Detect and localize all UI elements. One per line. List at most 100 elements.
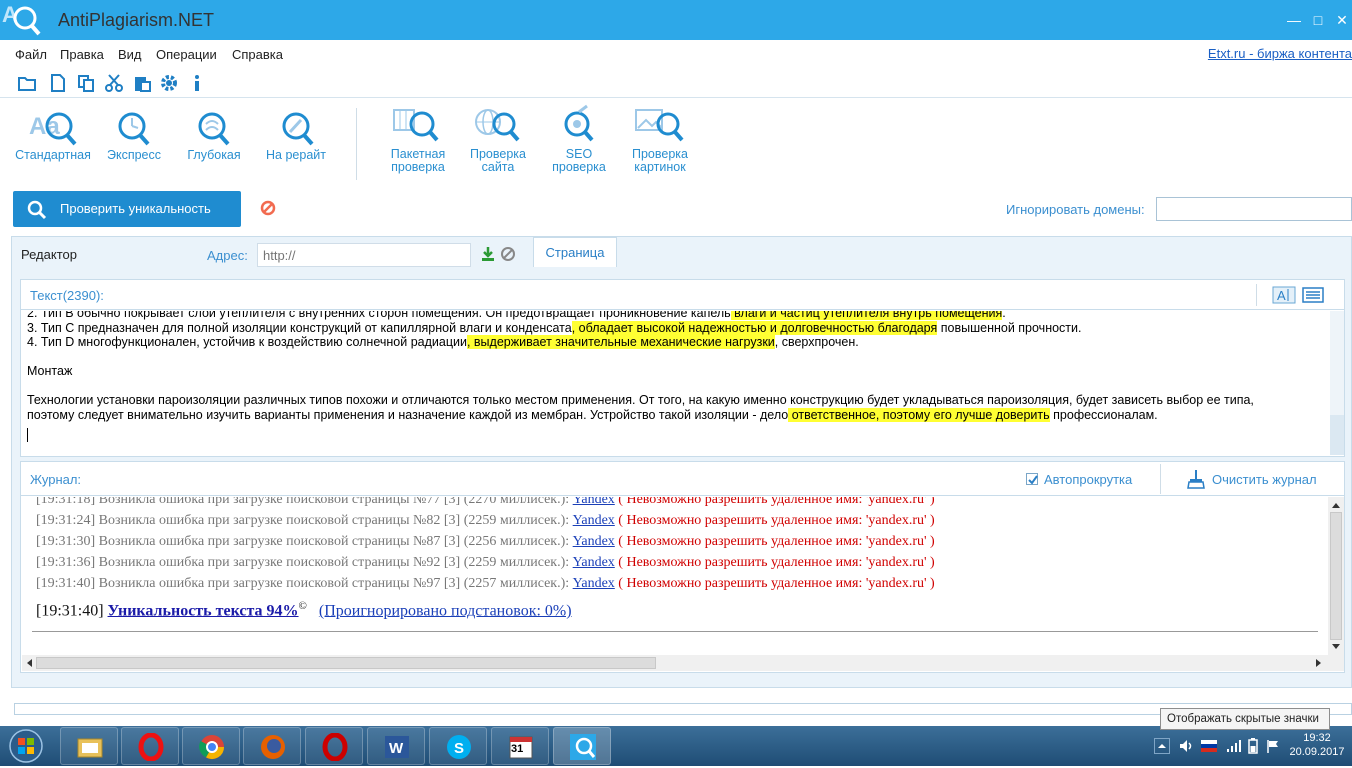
- ignore-domains-label: Игнорировать домены:: [1006, 202, 1145, 217]
- taskbar-word[interactable]: W: [367, 727, 425, 765]
- yandex-link[interactable]: Yandex: [573, 576, 615, 591]
- image-check-button[interactable]: Проверка картинок: [628, 104, 692, 174]
- paste-icon[interactable]: [133, 74, 151, 92]
- seo-check-label-1: SEO: [565, 147, 593, 161]
- batch-check-button[interactable]: Пакетная проверка: [386, 104, 450, 174]
- cut-icon[interactable]: [105, 74, 123, 92]
- skype-icon: S: [447, 735, 471, 759]
- flag-icon[interactable]: [1266, 739, 1280, 756]
- open-folder-icon[interactable]: [18, 74, 36, 92]
- close-button[interactable]: ✕: [1334, 12, 1350, 28]
- menu-help[interactable]: Справка: [232, 47, 283, 62]
- yandex-link[interactable]: Yandex: [573, 497, 615, 507]
- deep-check-button[interactable]: Глубокая: [184, 104, 244, 162]
- site-check-button[interactable]: Проверка сайта: [466, 104, 530, 174]
- express-check-button[interactable]: Экспресс: [104, 104, 164, 162]
- image-check-icon: [635, 109, 684, 142]
- yandex-link[interactable]: Yandex: [573, 534, 615, 549]
- menu-file[interactable]: Файл: [15, 47, 47, 62]
- tab-editor[interactable]: Редактор: [21, 247, 77, 262]
- rewrite-check-label: На рерайт: [266, 148, 326, 162]
- download-icon[interactable]: [480, 246, 496, 262]
- menu-operations[interactable]: Операции: [156, 47, 217, 62]
- info-icon[interactable]: [190, 74, 208, 92]
- taskbar-explorer[interactable]: [60, 727, 118, 765]
- text-count-label: Текст(2390):: [30, 288, 104, 303]
- battery-icon[interactable]: [1248, 738, 1258, 757]
- address-input[interactable]: [257, 243, 471, 267]
- ignore-domains-input[interactable]: [1156, 197, 1352, 221]
- seo-check-icon: [564, 104, 594, 142]
- minimize-button[interactable]: —: [1286, 12, 1302, 28]
- start-button[interactable]: [6, 727, 46, 765]
- taskbar-opera-2[interactable]: [305, 727, 363, 765]
- text-line: [27, 350, 1329, 365]
- opera-red-icon: [322, 733, 348, 761]
- broom-icon[interactable]: [1186, 469, 1206, 489]
- log-entry: [19:31:24] Возникла ошибка при загрузке …: [36, 513, 935, 528]
- ribbon-separator: [356, 108, 357, 180]
- log-entry: [19:31:30] Возникла ошибка при загрузке …: [36, 534, 935, 549]
- copy-icon[interactable]: [77, 74, 95, 92]
- list-view-icon[interactable]: [1302, 286, 1324, 304]
- clear-journal-button[interactable]: Очистить журнал: [1212, 472, 1317, 487]
- firefox-icon: [261, 735, 285, 759]
- etxt-link[interactable]: Etxt.ru - биржа контента: [1208, 46, 1352, 61]
- check-uniqueness-label: Проверить уникальность: [60, 201, 211, 216]
- journal-horizontal-thumb[interactable]: [36, 657, 656, 669]
- text-line: Монтаж: [27, 364, 73, 378]
- text-scrollbar-thumb[interactable]: [1330, 415, 1344, 455]
- clock[interactable]: 19:32 20.09.2017: [1283, 731, 1351, 759]
- yandex-link[interactable]: Yandex: [573, 555, 615, 570]
- network-signal-icon[interactable]: [1226, 739, 1242, 756]
- autoscroll-checkbox[interactable]: [1026, 473, 1038, 485]
- taskbar-chrome[interactable]: [182, 727, 240, 765]
- copyright-mark: ©: [298, 600, 307, 612]
- text-view-icon[interactable]: A: [1272, 286, 1296, 304]
- search-icon: [27, 200, 47, 220]
- show-hidden-icons-arrow[interactable]: [1154, 738, 1170, 754]
- clear-address-icon[interactable]: [500, 246, 516, 262]
- maximize-button[interactable]: □: [1310, 12, 1326, 28]
- view-separator: [1256, 284, 1257, 306]
- standard-check-button[interactable]: Aa Стандартная: [14, 104, 92, 162]
- seo-check-button[interactable]: SEO проверка: [548, 104, 610, 174]
- ignored-substitutions-link[interactable]: (Проигнорировано подстановок: 0%): [319, 602, 572, 619]
- taskbar-opera[interactable]: [121, 727, 179, 765]
- text-editor[interactable]: 2. Тип B обычно покрывает слои утеплител…: [22, 311, 1329, 455]
- language-flag-icon[interactable]: [1201, 740, 1217, 755]
- tooltip: Отображать скрытые значки: [1160, 708, 1330, 730]
- svg-text:W: W: [389, 740, 404, 757]
- volume-icon[interactable]: [1178, 739, 1194, 756]
- taskbar-calendar-app[interactable]: 31: [491, 727, 549, 765]
- opera-icon: [138, 733, 164, 761]
- journal-log: [19:31:18] Возникла ошибка при загрузке …: [22, 497, 1327, 655]
- text-line: Технологии установки пароизоляции различ…: [27, 393, 1254, 407]
- progress-bar: [14, 703, 1352, 715]
- autoscroll-label[interactable]: Автопрокрутка: [1044, 472, 1132, 487]
- taskbar-firefox[interactable]: [243, 727, 301, 765]
- text-panel-header: [21, 280, 1344, 310]
- stop-icon[interactable]: [260, 200, 276, 216]
- rewrite-check-button[interactable]: На рерайт: [262, 104, 330, 162]
- journal-header: [21, 462, 1344, 496]
- text-cursor: [27, 428, 28, 442]
- standard-check-label: Стандартная: [15, 148, 91, 162]
- app-logo-icon: A: [0, 0, 42, 40]
- menu-view[interactable]: Вид: [118, 47, 142, 62]
- check-uniqueness-button[interactable]: Проверить уникальность: [13, 191, 241, 227]
- new-file-icon[interactable]: [49, 74, 67, 92]
- rewrite-check-icon: [282, 112, 314, 146]
- yandex-link[interactable]: Yandex: [573, 513, 615, 528]
- taskbar-antiplagiarism[interactable]: [553, 727, 611, 765]
- taskbar-skype[interactable]: S: [429, 727, 487, 765]
- settings-icon[interactable]: [160, 74, 178, 92]
- seo-check-label-2: проверка: [552, 160, 606, 174]
- journal-vertical-thumb[interactable]: [1330, 512, 1342, 640]
- menu-edit[interactable]: Правка: [60, 47, 104, 62]
- svg-text:S: S: [454, 740, 464, 757]
- tab-page[interactable]: Страница: [533, 237, 617, 267]
- uniqueness-result-link[interactable]: Уникальность текста 94%: [108, 602, 299, 619]
- log-entry: [19:31:36] Возникла ошибка при загрузке …: [36, 555, 935, 570]
- explorer-icon: [77, 738, 103, 758]
